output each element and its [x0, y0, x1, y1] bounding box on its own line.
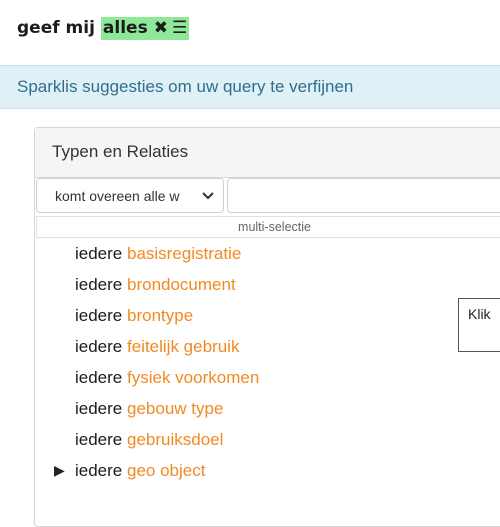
item-quantifier: iedere — [75, 337, 123, 356]
panel-heading: Typen en Relaties — [35, 128, 500, 178]
item-concept[interactable]: gebouw type — [127, 399, 223, 418]
item-quantifier: iedere — [75, 368, 123, 387]
item-quantifier: iedere — [75, 461, 123, 480]
panel-title: Typen en Relaties — [52, 142, 189, 161]
item-concept[interactable]: basisregistratie — [127, 244, 241, 263]
query-prefix: geef mij — [17, 18, 95, 38]
suggestions-header: Sparklis suggesties om uw query te verfi… — [0, 65, 500, 109]
tooltip: Klik — [458, 298, 500, 352]
suggestions-header-text: Sparklis suggesties om uw query te verfi… — [17, 77, 354, 96]
multi-select-toggle[interactable]: multi-selectie — [36, 216, 500, 238]
query-bar: geef mij alles ✖ ☰ — [0, 0, 500, 60]
item-quantifier: iedere — [75, 244, 123, 263]
expand-triangle-icon[interactable]: ▶ — [54, 462, 65, 479]
item-concept[interactable]: gebruiksdoel — [127, 430, 223, 449]
match-mode-value[interactable]: komt overeen alle w — [55, 188, 195, 204]
item-quantifier: iedere — [75, 306, 123, 325]
hamburger-menu-icon[interactable]: ☰ — [172, 18, 187, 38]
query-sentence: geef mij alles ✖ ☰ — [17, 16, 190, 40]
close-x-icon[interactable]: ✖ — [154, 18, 168, 38]
item-concept[interactable]: geo object — [127, 461, 205, 480]
item-concept[interactable]: feitelijk gebruik — [127, 337, 239, 356]
query-focus[interactable]: alles ✖ ☰ — [100, 16, 190, 40]
item-concept[interactable]: brondocument — [127, 275, 236, 294]
item-quantifier: iedere — [75, 399, 123, 418]
item-quantifier: iedere — [75, 275, 123, 294]
tooltip-text: Klik — [468, 306, 491, 322]
item-quantifier: iedere — [75, 430, 123, 449]
filter-input[interactable] — [227, 178, 500, 213]
chevron-down-icon[interactable] — [201, 187, 215, 203]
types-relations-panel: Typen en Relaties komt overeen alle w mu… — [34, 127, 500, 527]
query-focus-label[interactable]: alles — [103, 18, 148, 38]
item-concept[interactable]: brontype — [127, 306, 193, 325]
item-concept[interactable]: fysiek voorkomen — [127, 368, 259, 387]
match-mode-select[interactable]: komt overeen alle w — [36, 178, 224, 213]
